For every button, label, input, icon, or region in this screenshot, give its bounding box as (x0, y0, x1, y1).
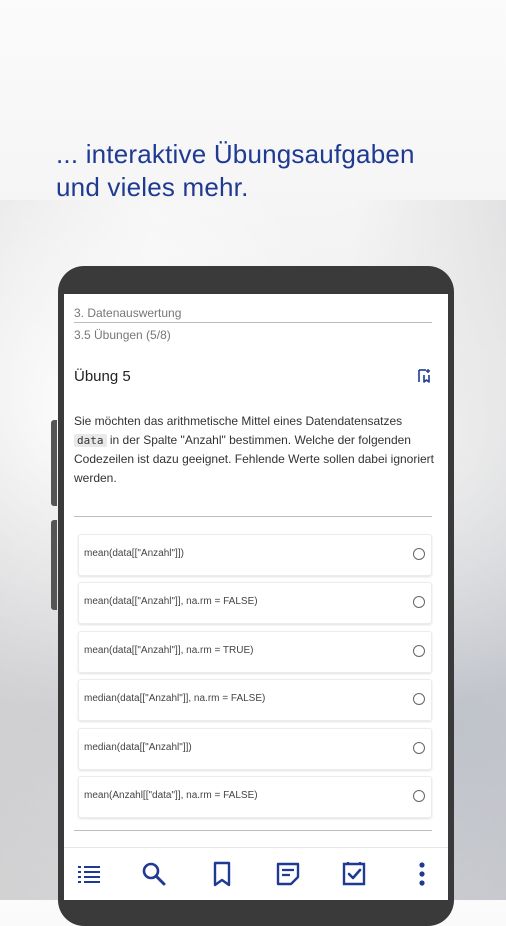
question-part-2: in der Spalte "Anzahl" bestimmen. Welche… (74, 433, 435, 485)
question-part-1: Sie möchten das arithmetische Mittel ein… (74, 414, 403, 428)
search-icon[interactable] (138, 858, 170, 890)
answer-option-label: mean(data[["Anzahl"]], na.rm = TRUE) (84, 644, 254, 656)
answer-option-label: mean(data[["Anzahl"]]) (84, 548, 184, 559)
question-code: data (74, 434, 107, 447)
breadcrumb-divider (74, 322, 432, 323)
answer-option-label: mean(data[["Anzahl"]], na.rm = FALSE) (84, 596, 258, 608)
divider (74, 830, 432, 831)
question-text: Sie möchten das arithmetische Mittel ein… (74, 412, 436, 488)
bottom-navigation (64, 847, 448, 900)
answer-option[interactable]: mean(data[["Anzahl"]], na.rm = FALSE) (78, 582, 432, 625)
radio-button[interactable] (413, 596, 425, 609)
answer-options: mean(data[["Anzahl"]]) mean(data[["Anzah… (78, 534, 432, 824)
more-vert-icon[interactable] (406, 858, 438, 890)
answer-option[interactable]: median(data[["Anzahl"]], na.rm = FALSE) (78, 679, 432, 722)
answer-option-label: median(data[["Anzahl"]], na.rm = FALSE) (84, 693, 266, 705)
bookmark-icon[interactable] (206, 858, 238, 890)
bookmarks-list-icon[interactable] (338, 858, 370, 890)
phone-side-button (51, 420, 57, 506)
radio-button[interactable] (413, 693, 425, 706)
headline: ... interaktive Übungsaufgaben und viele… (56, 138, 476, 204)
toc-icon[interactable] (74, 858, 106, 890)
answer-option[interactable]: mean(data[["Anzahl"]]) (78, 534, 432, 576)
bookmark-add-icon[interactable] (416, 368, 432, 384)
phone-side-button (51, 520, 57, 610)
app-screen: 3. Datenauswertung 3.5 Übungen (5/8) Übu… (64, 294, 448, 900)
notes-icon[interactable] (272, 858, 304, 890)
radio-button[interactable] (413, 741, 425, 754)
breadcrumb-chapter[interactable]: 3. Datenauswertung (74, 306, 181, 320)
exercise-title: Übung 5 (74, 368, 131, 385)
answer-option[interactable]: mean(data[["Anzahl"]], na.rm = TRUE) (78, 630, 432, 673)
radio-button[interactable] (413, 644, 425, 657)
headline-line-1: ... interaktive Übungsaufgaben (56, 139, 415, 169)
answer-option-label: median(data[["Anzahl"]]) (84, 741, 192, 753)
radio-button[interactable] (413, 789, 425, 802)
radio-button[interactable] (413, 548, 425, 560)
divider (74, 516, 432, 517)
breadcrumb-section[interactable]: 3.5 Übungen (5/8) (74, 328, 171, 342)
headline-line-2: und vieles mehr. (56, 172, 249, 202)
answer-option-label: mean(Anzahl[["data"]], na.rm = FALSE) (84, 789, 258, 801)
answer-option[interactable]: mean(Anzahl[["data"]], na.rm = FALSE) (78, 775, 432, 818)
answer-option[interactable]: median(data[["Anzahl"]]) (78, 727, 432, 770)
